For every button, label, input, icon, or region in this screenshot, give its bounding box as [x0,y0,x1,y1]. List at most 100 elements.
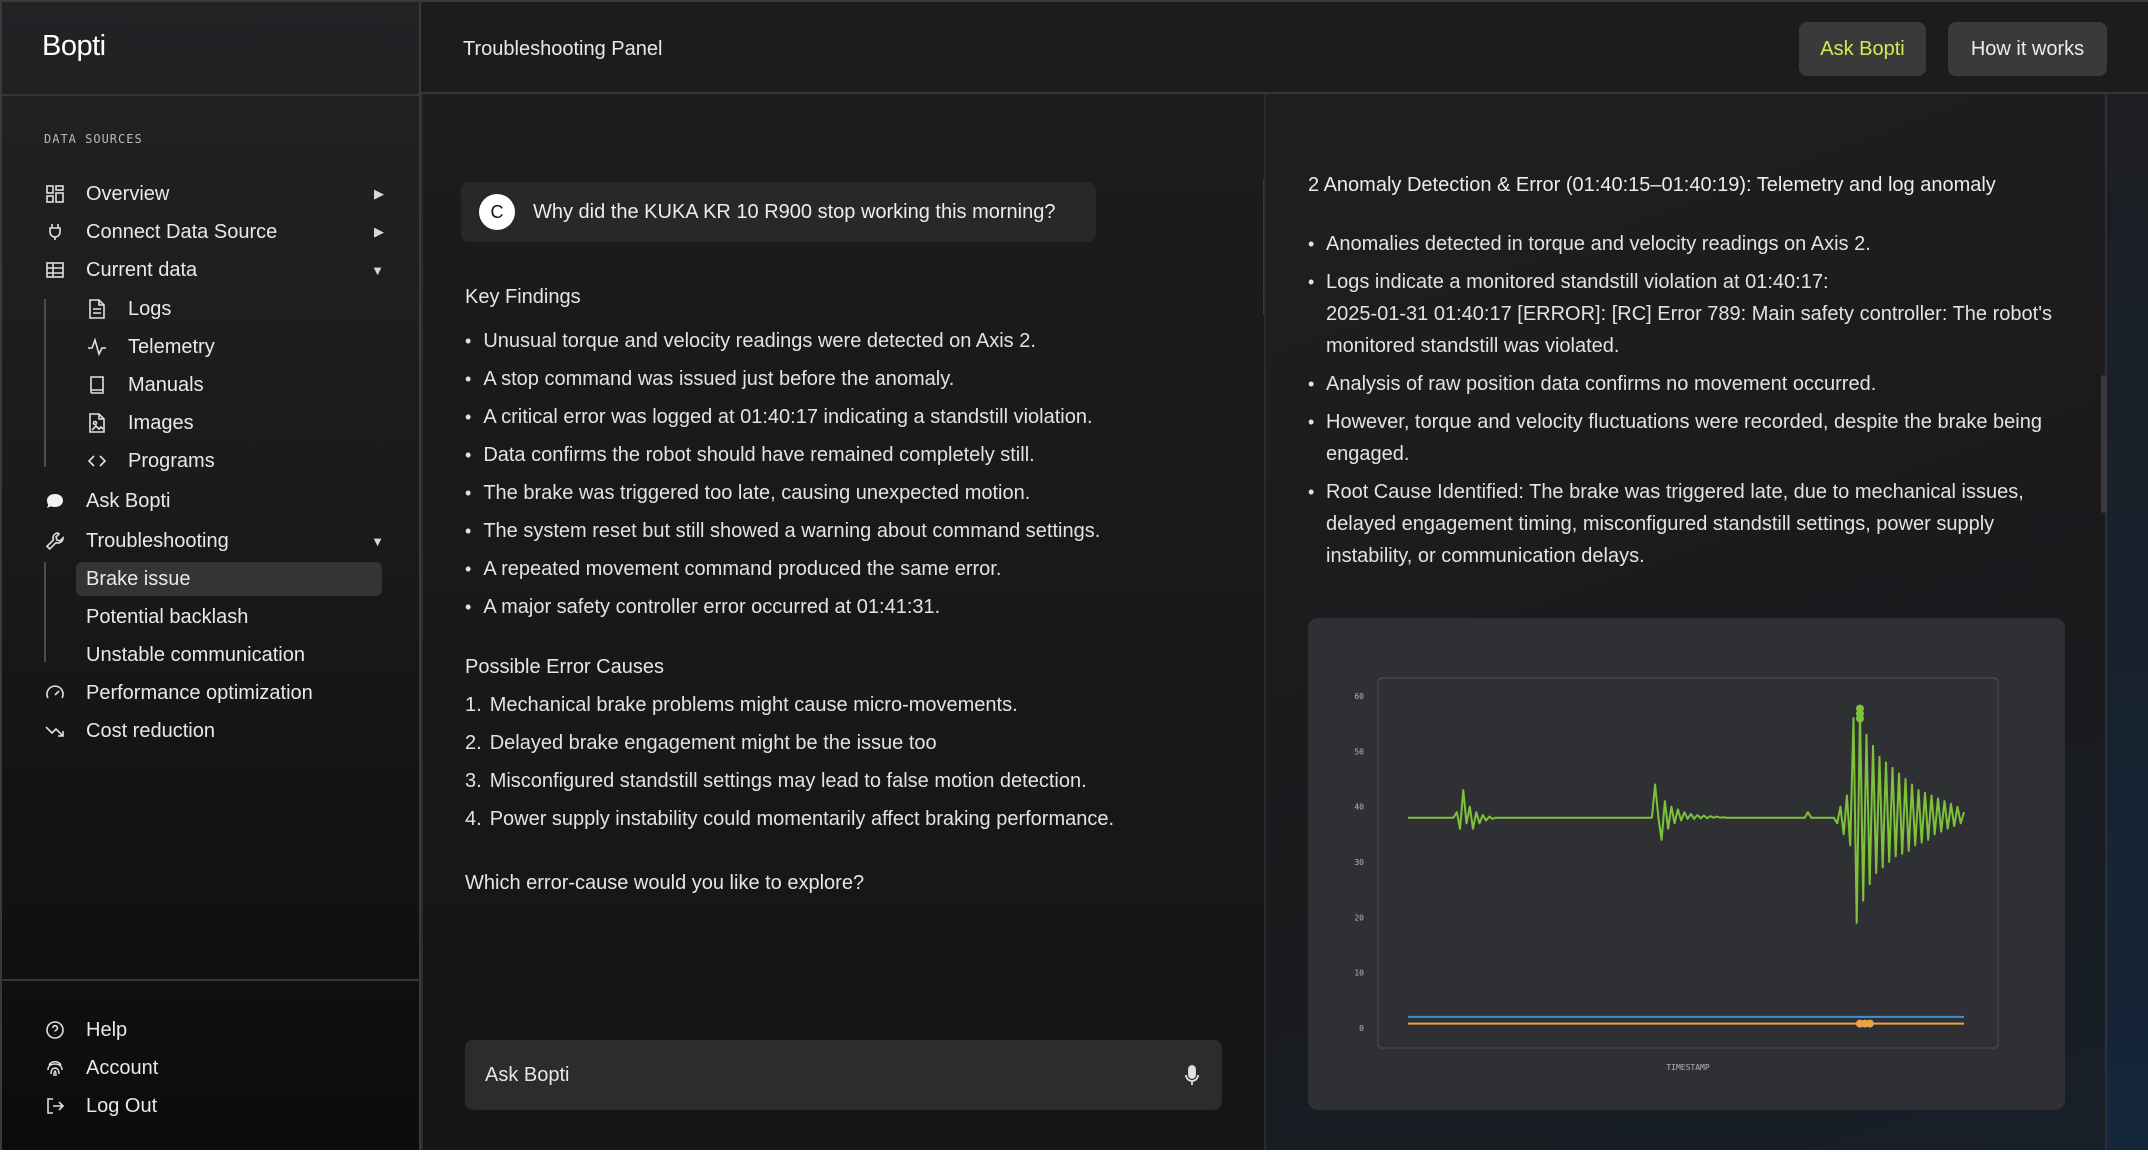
analysis-panel: 2 Anomaly Detection & Error (01:40:15–01… [1264,94,2148,1152]
sidebar: Bopti DATA SOURCES Overview ▶ Connect Da… [0,0,421,1152]
sidebar-item-overview[interactable]: Overview ▶ [44,177,384,211]
analysis-list: Anomalies detected in torque and velocit… [1308,228,2068,578]
page-title: Troubleshooting Panel [463,38,663,60]
telemetry-chart-card: 0 10 20 30 40 50 60 TIMESTAMP [1308,618,2065,1110]
sidebar-item-log-out[interactable]: Log Out [44,1089,384,1123]
list-item[interactable]: 4. Power supply instability could momenta… [465,800,1114,838]
possible-causes-heading: Possible Error Causes [465,656,664,678]
question-text: Why did the KUKA KR 10 R900 stop working… [533,200,1056,223]
sidebar-item-label: Manuals [128,373,204,396]
list-text: Logs indicate a monitored standstill vio… [1326,271,1829,293]
list-item: Analysis of raw position data confirms n… [1308,368,2068,400]
code-icon [86,450,108,472]
y-tick-label: 40 [1354,803,1364,812]
telemetry-chart[interactable]: 0 10 20 30 40 50 60 TIMESTAMP [1308,618,2065,1110]
possible-causes-list: 1. Mechanical brake problems might cause … [465,686,1114,838]
log-out-icon [44,1095,66,1117]
caret-down-icon[interactable]: ▼ [371,263,384,278]
list-item: However, torque and velocity fluctuation… [1308,406,2068,470]
list-number: 1. [465,693,482,716]
how-it-works-button[interactable]: How it works [1948,22,2107,76]
x-axis-label: TIMESTAMP [1666,1063,1710,1072]
caret-right-icon[interactable]: ▶ [374,224,384,240]
section-label-data-sources: DATA SOURCES [44,132,143,146]
app-window: Bopti DATA SOURCES Overview ▶ Connect Da… [0,0,2148,1152]
sidebar-item-logs[interactable]: Logs [86,292,171,326]
y-tick-label: 50 [1354,747,1364,756]
chat-bubble-icon [44,490,66,512]
trending-down-icon [44,720,66,742]
sidebar-item-label: Overview [86,182,170,205]
sidebar-item-connect-data-source[interactable]: Connect Data Source ▶ [44,215,384,249]
brand-logo[interactable]: Bopti [42,30,106,63]
sidebar-item-help[interactable]: Help [44,1013,384,1047]
list-item[interactable]: 2. Delayed brake engagement might be the … [465,724,1114,762]
sidebar-item-troubleshooting[interactable]: Troubleshooting ▼ [44,524,384,558]
sidebar-item-brake-issue[interactable]: Brake issue [76,562,382,596]
right-edge-panel [2105,94,2148,1152]
list-item[interactable]: 1. Mechanical brake problems might cause … [465,686,1114,724]
list-text: Delayed brake engagement might be the is… [489,731,937,754]
y-tick-label: 30 [1354,858,1364,867]
sidebar-item-label: Connect Data Source [86,220,278,243]
table-icon [44,259,66,281]
list-item[interactable]: 3. Misconfigured standstill settings may … [465,762,1114,800]
wrench-icon [44,530,66,552]
series-line-1[interactable] [1408,711,1965,924]
ask-bopti-input[interactable] [485,1063,1165,1087]
plug-icon [44,221,66,243]
y-tick-label: 20 [1354,913,1364,922]
sidebar-item-unstable-communication[interactable]: Unstable communication [76,638,382,672]
list-item: Unusual torque and velocity readings wer… [465,322,1100,360]
sidebar-item-label: Programs [128,449,215,472]
sidebar-item-images[interactable]: Images [86,406,194,440]
list-number: 4. [465,807,482,830]
list-item: Logs indicate a monitored standstill vio… [1308,266,2068,362]
dashboard-icon [44,183,66,205]
fingerprint-icon [44,1057,66,1079]
book-icon [86,374,108,396]
y-tick-label: 0 [1359,1024,1364,1033]
list-text: Mechanical brake problems might cause mi… [489,693,1018,716]
sidebar-item-account[interactable]: Account [44,1051,384,1085]
tree-line-troubleshooting [44,562,46,662]
list-text: Misconfigured standstill settings may le… [489,769,1087,792]
user-question-bubble: C Why did the KUKA KR 10 R900 stop worki… [461,182,1096,242]
sidebar-item-performance-optimization[interactable]: Performance optimization [44,676,384,710]
event-marker[interactable] [1865,1019,1874,1028]
tree-line-current-data [44,299,46,467]
sidebar-item-potential-backlash[interactable]: Potential backlash [76,600,382,634]
sidebar-item-label: Images [128,411,194,434]
analysis-scrollbar[interactable] [2101,375,2107,513]
follow-up-prompt: Which error-cause would you like to expl… [465,872,865,894]
plot-frame [1377,677,1999,1049]
sidebar-item-telemetry[interactable]: Telemetry [86,330,215,364]
brand-bar: Bopti [2,2,419,96]
list-item: A critical error was logged at 01:40:17 … [465,398,1100,436]
microphone-icon[interactable] [1182,1064,1202,1088]
sidebar-item-programs[interactable]: Programs [86,444,215,478]
list-item: A stop command was issued just before th… [465,360,1100,398]
list-item: The brake was triggered too late, causin… [465,474,1100,512]
ask-bopti-button[interactable]: Ask Bopti [1799,22,1926,76]
ask-bopti-input-box [465,1040,1222,1110]
caret-right-icon[interactable]: ▶ [374,186,384,202]
file-text-icon [86,298,108,320]
activity-icon [86,336,108,358]
sidebar-item-ask-bopti[interactable]: Ask Bopti [44,484,384,518]
peak-marker[interactable] [1855,714,1864,723]
sidebar-item-label: Account [86,1056,159,1079]
sidebar-item-label: Troubleshooting [86,529,229,552]
list-number: 2. [465,731,482,754]
sidebar-item-label: Performance optimization [86,681,313,704]
sidebar-item-cost-reduction[interactable]: Cost reduction [44,714,384,748]
list-text: Power supply instability could momentari… [489,807,1115,830]
log-line: 2025-01-31 01:40:17 [ERROR]: [RC] Error … [1326,303,2053,357]
sidebar-item-current-data[interactable]: Current data ▼ [44,253,384,287]
avatar: C [479,194,515,230]
list-number: 3. [465,769,482,792]
list-item: The system reset but still showed a warn… [465,512,1100,550]
section-title: 2 Anomaly Detection & Error (01:40:15–01… [1308,174,1996,196]
sidebar-item-manuals[interactable]: Manuals [86,368,204,402]
caret-down-icon[interactable]: ▼ [371,534,384,549]
